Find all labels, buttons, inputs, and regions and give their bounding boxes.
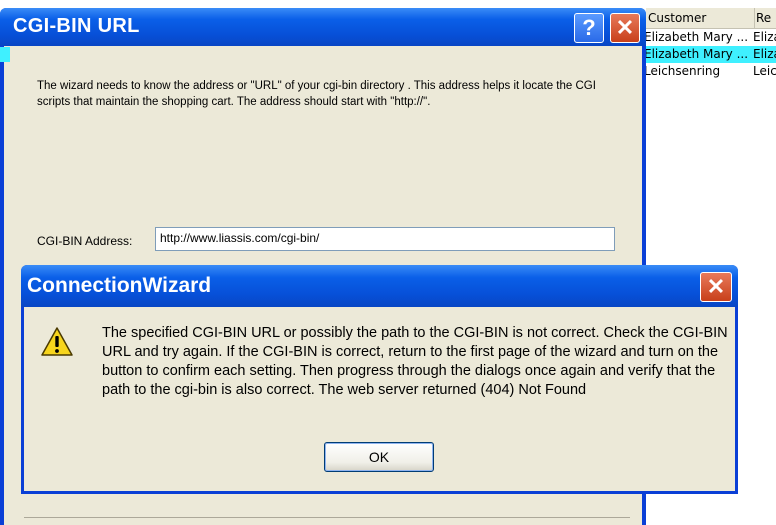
column-header-customer[interactable]: Customer <box>646 8 755 28</box>
list-cell-customer: Leichsenring <box>646 64 721 78</box>
cgi-bin-address-input[interactable]: http://www.liassis.com/cgi-bin/ <box>155 227 615 251</box>
list-cell-customer: Elizabeth Mary ... <box>646 30 749 44</box>
dialog-close-button[interactable]: ✕ <box>700 272 732 302</box>
help-button[interactable]: ? <box>574 13 604 43</box>
close-icon: ✕ <box>706 274 726 299</box>
list-row[interactable]: Leichsenring Leic <box>646 63 776 80</box>
list-cell-customer: Elizabeth Mary ... <box>646 47 749 61</box>
ok-button[interactable]: OK <box>324 442 434 472</box>
window-close-button[interactable]: ✕ <box>610 13 640 43</box>
warning-icon <box>41 327 73 356</box>
help-icon: ? <box>582 15 596 40</box>
list-row[interactable]: Elizabeth Mary ... Eliza <box>646 29 776 46</box>
dialog-title: ConnectionWizard <box>27 274 212 297</box>
connection-wizard-dialog: ConnectionWizard ✕ The specified CGI-BIN… <box>21 265 738 494</box>
dialog-title-bar[interactable]: ConnectionWizard ✕ <box>21 265 738 307</box>
error-message: The specified CGI-BIN URL or possibly th… <box>102 325 728 398</box>
divider <box>24 517 630 518</box>
list-header: Customer Re <box>646 8 776 29</box>
cgi-bin-address-label: CGI-BIN Address: <box>37 234 133 248</box>
wizard-description: The wizard needs to know the address or … <box>37 80 596 108</box>
list-cell-re: Eliza <box>753 47 776 61</box>
window-title-bar[interactable]: CGI-BIN URL ? ✕ <box>0 8 646 46</box>
dialog-body: The specified CGI-BIN URL or possibly th… <box>24 307 735 491</box>
selection-strip <box>0 47 10 62</box>
list-cell-re: Eliza <box>753 30 776 44</box>
window-title: CGI-BIN URL <box>13 15 140 37</box>
list-row-selected[interactable]: Elizabeth Mary ... Eliza <box>646 46 776 63</box>
list-cell-re: Leic <box>753 64 776 78</box>
close-icon: ✕ <box>615 15 635 40</box>
column-header-re[interactable]: Re <box>756 8 776 28</box>
